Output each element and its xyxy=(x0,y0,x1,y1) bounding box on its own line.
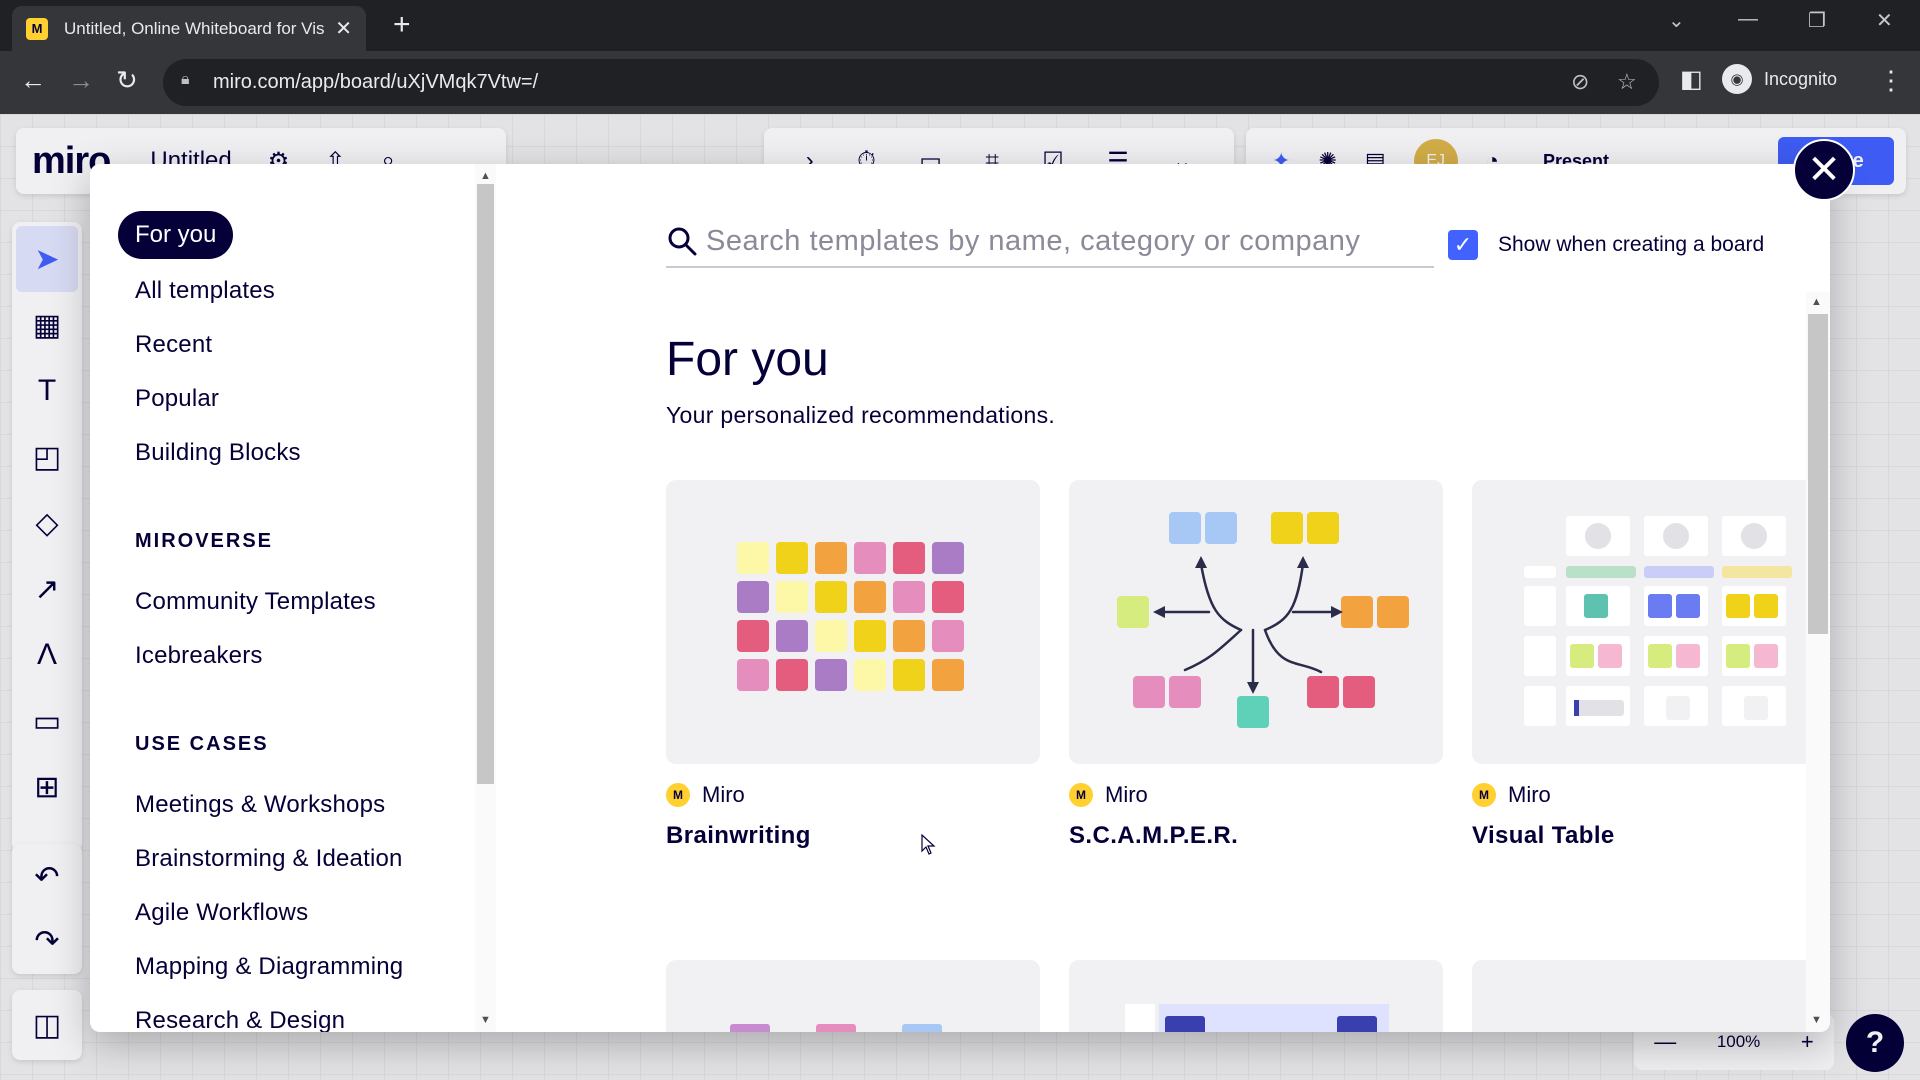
category-recent[interactable]: Recent xyxy=(135,331,212,359)
miro-author-icon: M xyxy=(666,783,690,807)
scroll-up-arrow-icon[interactable]: ▲ xyxy=(480,170,491,182)
address-bar[interactable]: 🔒︎ miro.com/app/board/uXjVMqk7Vtw=/ ⊘ ☆ xyxy=(163,59,1659,106)
template-preview[interactable] xyxy=(1472,480,1830,764)
template-search-input[interactable] xyxy=(706,224,1416,258)
miro-author-icon: M xyxy=(1472,783,1496,807)
restore-icon[interactable]: ❐ xyxy=(1808,8,1826,33)
category-mapping-diagramming[interactable]: Mapping & Diagramming xyxy=(135,953,403,981)
tab-title: Untitled, Online Whiteboard for Visual C… xyxy=(64,18,324,38)
url-text: miro.com/app/board/uXjVMqk7Vtw=/ xyxy=(213,71,539,93)
content-scroll-thumb[interactable] xyxy=(1808,314,1828,634)
template-preview[interactable] xyxy=(666,480,1040,764)
profile-label: Incognito xyxy=(1764,68,1838,89)
back-icon[interactable]: ← xyxy=(20,65,46,95)
template-preview[interactable] xyxy=(1069,480,1443,764)
tab-search-icon[interactable]: ⌄ xyxy=(1668,8,1685,33)
template-categories-sidebar: For you All templates Recent Popular Bui… xyxy=(90,164,496,1032)
eye-off-icon[interactable]: ⊘ xyxy=(1571,69,1589,95)
scroll-down-arrow-icon[interactable]: ▼ xyxy=(480,1014,491,1026)
profile-button[interactable]: ◉ Incognito xyxy=(1722,64,1837,94)
show-when-creating-label: Show when creating a board xyxy=(1498,233,1765,256)
content-scroll-down-icon[interactable]: ▼ xyxy=(1811,1014,1822,1026)
section-subtitle: Your personalized recommendations. xyxy=(666,402,1056,428)
search-icon xyxy=(668,227,697,256)
show-when-creating-checkbox[interactable]: ✓ xyxy=(1448,230,1478,260)
side-panel-icon[interactable]: ◧ xyxy=(1680,65,1703,95)
section-title: For you xyxy=(666,333,829,386)
template-card-brainwriting[interactable]: M Miro Brainwriting xyxy=(666,480,1040,850)
template-name[interactable]: Visual Table xyxy=(1472,822,1830,850)
show-when-creating-option[interactable]: ✓ Show when creating a board xyxy=(1448,230,1764,260)
sidebar-scroll-thumb[interactable] xyxy=(477,184,494,784)
template-card-row2-3[interactable] xyxy=(1472,960,1830,1032)
browser-menu-icon[interactable]: ⋮ xyxy=(1878,65,1904,95)
reload-icon[interactable]: ↻ xyxy=(116,65,138,95)
category-agile-workflows[interactable]: Agile Workflows xyxy=(135,899,308,927)
author-name: Miro xyxy=(1508,782,1551,807)
template-card-scamper[interactable]: M Miro S.C.A.M.P.E.R. xyxy=(1069,480,1443,850)
browser-toolbar: ← → ↻ 🔒︎ miro.com/app/board/uXjVMqk7Vtw=… xyxy=(0,51,1920,114)
author-name: Miro xyxy=(702,782,745,807)
template-picker-modal: For you All templates Recent Popular Bui… xyxy=(90,164,1830,1032)
template-author: M Miro xyxy=(1069,782,1443,808)
miroverse-heading: MIROVERSE xyxy=(135,530,274,552)
template-author: M Miro xyxy=(666,782,1040,808)
visual-table-preview xyxy=(1524,516,1792,726)
minimize-icon[interactable]: — xyxy=(1738,8,1758,31)
bookmark-star-icon[interactable]: ☆ xyxy=(1617,69,1637,95)
browser-tab[interactable]: M Untitled, Online Whiteboard for Visual… xyxy=(12,6,366,51)
incognito-icon: ◉ xyxy=(1722,64,1752,94)
miro-favicon-icon: M xyxy=(26,17,48,40)
template-name[interactable]: S.C.A.M.P.E.R. xyxy=(1069,822,1443,850)
category-icebreakers[interactable]: Icebreakers xyxy=(135,642,263,670)
close-modal-icon[interactable]: ✕ xyxy=(1793,139,1855,201)
use-cases-heading: USE CASES xyxy=(135,733,269,755)
template-card-visual-table[interactable]: M Miro Visual Table xyxy=(1472,480,1830,850)
author-name: Miro xyxy=(1105,782,1148,807)
category-meetings-workshops[interactable]: Meetings & Workshops xyxy=(135,791,385,819)
template-card-row2-2[interactable] xyxy=(1069,960,1443,1032)
template-author: M Miro xyxy=(1472,782,1830,808)
lock-icon: 🔒︎ xyxy=(181,71,190,88)
category-research-design[interactable]: Research & Design xyxy=(135,1007,345,1032)
category-brainstorming-ideation[interactable]: Brainstorming & Ideation xyxy=(135,845,403,873)
template-content: ✓ Show when creating a board For you You… xyxy=(496,164,1830,1032)
mouse-cursor-icon xyxy=(921,834,936,855)
tab-close-icon[interactable]: ✕ xyxy=(335,16,352,41)
forward-icon[interactable]: → xyxy=(68,65,94,95)
new-tab-icon[interactable]: + xyxy=(393,10,411,40)
content-scroll-up-icon[interactable]: ▲ xyxy=(1811,296,1822,308)
category-for-you[interactable]: For you xyxy=(118,211,234,259)
template-card-row2-1[interactable] xyxy=(666,960,1040,1032)
category-community-templates[interactable]: Community Templates xyxy=(135,588,376,616)
template-search xyxy=(666,216,1434,268)
category-building-blocks[interactable]: Building Blocks xyxy=(135,439,301,467)
template-name[interactable]: Brainwriting xyxy=(666,822,1040,850)
miro-author-icon: M xyxy=(1069,783,1093,807)
category-popular[interactable]: Popular xyxy=(135,385,219,413)
category-all-templates[interactable]: All templates xyxy=(135,277,275,305)
scamper-preview-diagram xyxy=(1117,512,1409,728)
browser-tab-bar: M Untitled, Online Whiteboard for Visual… xyxy=(0,0,1920,51)
window-close-icon[interactable]: ✕ xyxy=(1876,8,1893,33)
brainwriting-preview-grid xyxy=(737,542,964,691)
